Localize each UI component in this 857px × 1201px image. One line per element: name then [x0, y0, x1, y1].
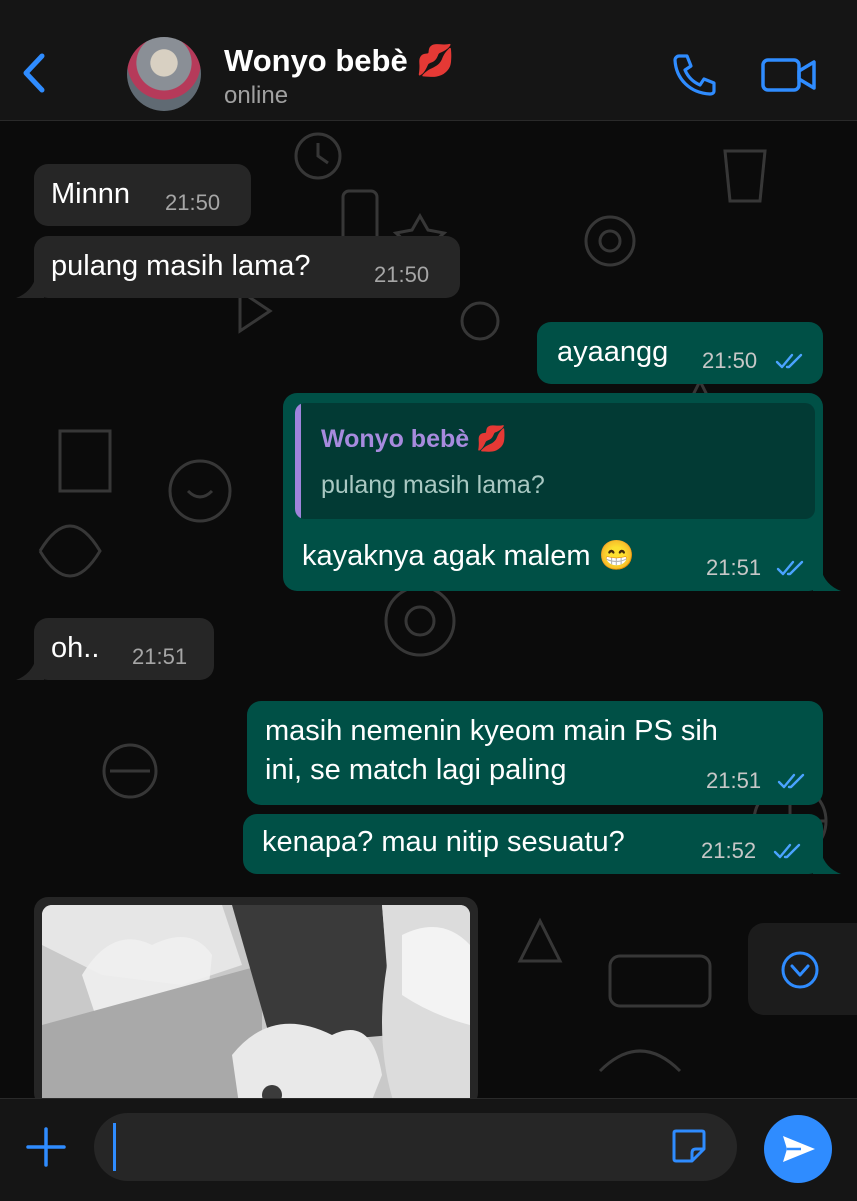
- message-time: 21:50: [374, 262, 430, 287]
- outgoing-message[interactable]: ayaangg 21:50: [537, 322, 823, 384]
- message-text-line-1: masih nemenin kyeom main PS sih: [265, 715, 718, 747]
- send-icon: [783, 1136, 815, 1162]
- incoming-message[interactable]: Minnn 21:50: [34, 164, 251, 226]
- message-text: oh..: [51, 632, 100, 664]
- incoming-photo-message[interactable]: [34, 897, 478, 1098]
- message-input[interactable]: [94, 1113, 737, 1181]
- incoming-message[interactable]: oh.. 21:51: [34, 618, 214, 680]
- message-time: 21:52: [701, 838, 757, 863]
- message-text: kenapa? mau nitip sesuatu?: [262, 826, 625, 858]
- message-composer: [0, 1098, 857, 1201]
- contact-name[interactable]: Wonyo bebè 💋: [224, 42, 455, 79]
- read-receipt-icon: [775, 353, 803, 369]
- message-text: kayaknya agak malem 😁: [302, 540, 635, 572]
- message-time: 21:50: [165, 190, 221, 215]
- read-receipt-icon: [773, 843, 801, 859]
- send-button[interactable]: [764, 1115, 832, 1183]
- outgoing-reply-message[interactable]: Wonyo bebè 💋 pulang masih lama? kayaknya…: [283, 393, 823, 591]
- sticker-icon[interactable]: [670, 1127, 708, 1165]
- video-camera-icon[interactable]: [760, 55, 818, 95]
- scroll-to-bottom-button[interactable]: [748, 923, 857, 1015]
- message-text: ayaangg: [557, 336, 669, 368]
- quoted-message[interactable]: Wonyo bebè 💋 pulang masih lama?: [295, 403, 815, 519]
- message-text: pulang masih lama?: [51, 250, 311, 282]
- text-cursor: [113, 1123, 116, 1171]
- photo-image[interactable]: [42, 905, 470, 1098]
- message-time: 21:51: [706, 555, 762, 580]
- bubble-tail: [813, 569, 841, 591]
- message-time: 21:50: [702, 348, 758, 373]
- back-chevron-icon[interactable]: [14, 48, 54, 98]
- outgoing-message[interactable]: masih nemenin kyeom main PS sih ini, se …: [247, 701, 823, 805]
- phone-icon[interactable]: [670, 52, 718, 96]
- outgoing-message[interactable]: kenapa? mau nitip sesuatu? 21:52: [243, 814, 823, 874]
- bubble-tail: [16, 658, 44, 680]
- chat-header: Wonyo bebè 💋 online: [0, 0, 857, 121]
- chat-area[interactable]: Minnn 21:50 pulang masih lama? 21:50 aya…: [0, 121, 857, 1098]
- bubble-tail: [813, 852, 841, 874]
- photo-content: [42, 905, 470, 1098]
- incoming-message[interactable]: pulang masih lama? 21:50: [34, 236, 460, 298]
- plus-icon[interactable]: [24, 1125, 68, 1169]
- chevron-down-icon: [781, 951, 819, 989]
- contact-status: online: [224, 82, 289, 109]
- quote-accent-bar: [295, 403, 301, 519]
- message-time: 21:51: [706, 768, 762, 793]
- message-text: Minnn: [51, 178, 130, 210]
- message-text-line-2: ini, se match lagi paling: [265, 754, 567, 786]
- bubble-tail: [16, 276, 44, 298]
- quote-author: Wonyo bebè 💋: [321, 425, 508, 453]
- read-receipt-icon: [777, 773, 805, 789]
- quote-text: pulang masih lama?: [321, 471, 545, 499]
- read-receipt-icon: [776, 560, 804, 576]
- contact-avatar[interactable]: [127, 37, 201, 111]
- message-time: 21:51: [132, 644, 188, 669]
